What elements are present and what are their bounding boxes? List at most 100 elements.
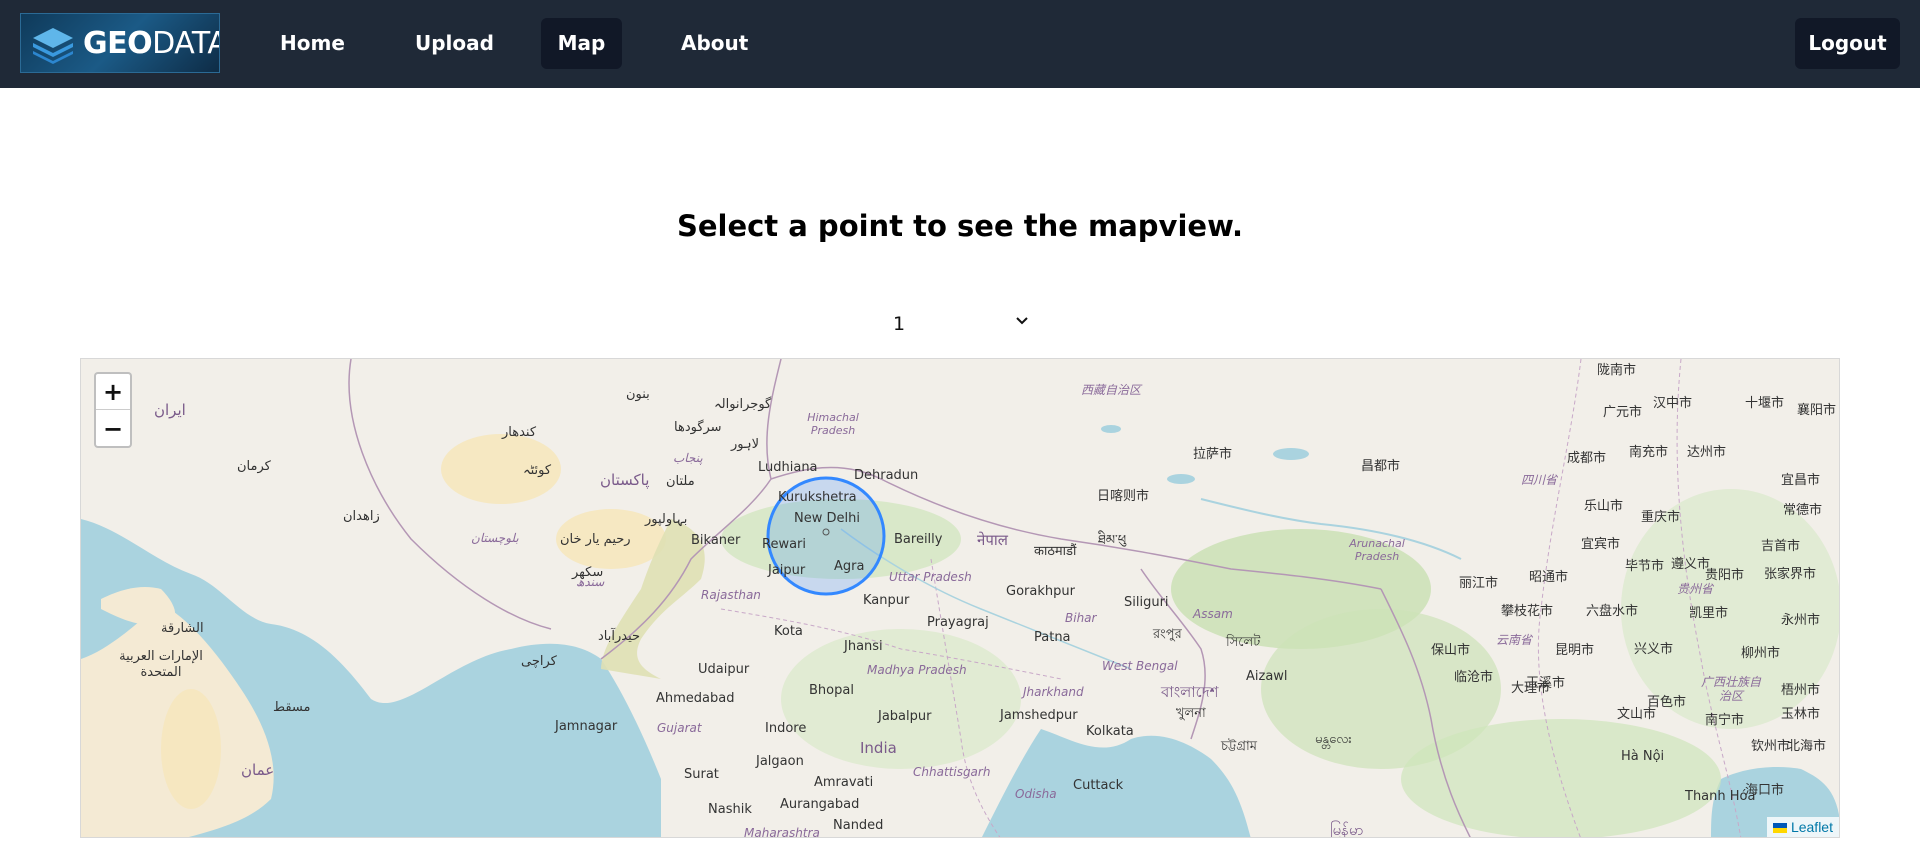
map-label: काठमाडौं: [1034, 544, 1077, 559]
map-label: 陇南市: [1597, 363, 1637, 378]
map-label: Jalgaon: [756, 754, 804, 769]
map-label: بنون: [626, 387, 650, 402]
map-label: 吉首市: [1761, 539, 1801, 554]
map-label: 南充市: [1629, 445, 1669, 460]
map-attribution[interactable]: Leaflet: [1766, 817, 1839, 837]
map-label: ملتان: [666, 474, 695, 489]
map-label: Bikaner: [691, 533, 741, 548]
map-label: New Delhi: [794, 511, 860, 526]
map-label: Gujarat: [657, 721, 702, 735]
map-label: سرگودھا: [674, 420, 722, 435]
map-label: Kolkata: [1086, 724, 1134, 739]
nav-upload[interactable]: Upload: [395, 18, 514, 69]
map-label: کرمان: [237, 459, 271, 474]
map-label: پنجاب: [673, 451, 703, 465]
map-label: Bihar: [1065, 611, 1097, 625]
map-label: সিলেট: [1226, 635, 1261, 650]
map-label: Bhopal: [809, 683, 854, 698]
map-label: বাংলাদেশ: [1161, 683, 1219, 701]
map-label: Aurangabad: [780, 797, 860, 812]
nav-home[interactable]: Home: [260, 18, 365, 69]
map-label: Hà Nội: [1621, 749, 1665, 764]
map-label: 汉中市: [1653, 396, 1693, 411]
map-label: 云南省: [1496, 633, 1533, 647]
leaflet-link[interactable]: Leaflet: [1791, 819, 1833, 835]
map-label: Aizawl: [1246, 669, 1288, 684]
map-label: 乐山市: [1584, 499, 1624, 514]
map-label: 常德市: [1783, 503, 1823, 518]
map-label: မြန်မာ: [1330, 821, 1364, 838]
map-label: 拉萨市: [1193, 447, 1233, 462]
map-label: 梧州市: [1781, 683, 1821, 698]
map-label: 兴义市: [1634, 642, 1674, 657]
geodata-logo[interactable]: GEODATA: [20, 13, 220, 73]
point-select[interactable]: 1: [885, 305, 1035, 341]
map-label: Jamnagar: [555, 719, 618, 734]
map-label: 大理市: [1511, 681, 1551, 696]
map-label: 钦州市: [1751, 739, 1791, 754]
map-label: Odisha: [1015, 787, 1057, 801]
map-label: Kota: [774, 624, 803, 639]
map-label: Amravati: [814, 775, 874, 790]
ukraine-flag-icon: [1772, 823, 1787, 834]
map-label: الشارقة: [161, 621, 204, 636]
map-label: 攀枝花市: [1501, 604, 1554, 619]
map-label: Ludhiana: [758, 460, 818, 475]
map-label: Nashik: [708, 802, 752, 817]
map-label: Kurukshetra: [778, 490, 857, 505]
map-label: 保山市: [1431, 643, 1471, 658]
map-label: مسقط: [273, 700, 311, 715]
map-label: 北海市: [1787, 739, 1827, 754]
map-label: 昭通市: [1529, 570, 1569, 585]
map-label: 十堰市: [1745, 396, 1785, 411]
map-label: 柳州市: [1741, 646, 1781, 661]
map-label: 凯里市: [1689, 606, 1729, 621]
map-label: Patna: [1034, 630, 1071, 645]
map-label: 海口市: [1745, 783, 1785, 798]
map-label: 永州市: [1781, 613, 1821, 628]
map-label: 襄阳市: [1797, 403, 1837, 418]
map-label: 玉林市: [1781, 707, 1821, 722]
logo-text: GEODATA: [83, 26, 220, 61]
map-label: 昌都市: [1361, 459, 1401, 474]
map-label: 南宁市: [1705, 713, 1745, 728]
map-label: رحیم یار خان: [560, 532, 631, 547]
map-label: 毕节市: [1625, 559, 1665, 574]
map-label: 重庆市: [1641, 510, 1681, 525]
map-view[interactable]: Ludhiana Dehradun Kurukshetra New Delhi …: [80, 358, 1840, 838]
map-label: Dehradun: [854, 468, 919, 483]
map-label: 临沧市: [1454, 670, 1494, 685]
map-label: Bareilly: [894, 532, 943, 547]
map-label: Arunachal Pradesh: [1349, 537, 1405, 563]
map-label: 日喀则市: [1097, 489, 1150, 504]
map-label: 成都市: [1567, 451, 1607, 466]
map-label: ایران: [154, 401, 186, 419]
map-label: 四川省: [1521, 473, 1558, 487]
map-label: 广西壮族自治区: [1701, 675, 1762, 703]
map-label: Jabalpur: [878, 709, 932, 724]
map-label: عمان: [241, 761, 275, 779]
map-label: Himachal Pradesh: [807, 411, 859, 437]
zoom-out-button[interactable]: −: [96, 411, 130, 447]
map-label: زاهدان: [343, 509, 380, 524]
map-label: Prayagraj: [927, 615, 989, 630]
map-label: Surat: [684, 767, 719, 782]
nav-about[interactable]: About: [661, 18, 768, 69]
logout-button[interactable]: Logout: [1795, 18, 1900, 69]
map-label: Rajasthan: [701, 588, 761, 602]
map-label: ཐིམ་ཕུ: [1098, 533, 1127, 548]
map-label: India: [860, 739, 897, 757]
map-label: 六盘水市: [1586, 604, 1639, 619]
map-label: Chhattisgarh: [913, 765, 991, 779]
map-label: नेपाल: [977, 531, 1008, 549]
map-label: بہاولپور: [645, 512, 688, 527]
map-label: 遵义市: [1671, 557, 1711, 572]
map-label: Rewari: [762, 537, 807, 552]
zoom-in-button[interactable]: +: [96, 374, 130, 410]
map-label: Udaipur: [698, 662, 750, 677]
nav-map[interactable]: Map: [541, 18, 622, 69]
map-label: Agra: [834, 559, 865, 574]
map-label: রংপুর: [1153, 627, 1182, 642]
zoom-control: + −: [94, 372, 132, 448]
page-title: Select a point to see the mapview.: [676, 209, 1244, 243]
